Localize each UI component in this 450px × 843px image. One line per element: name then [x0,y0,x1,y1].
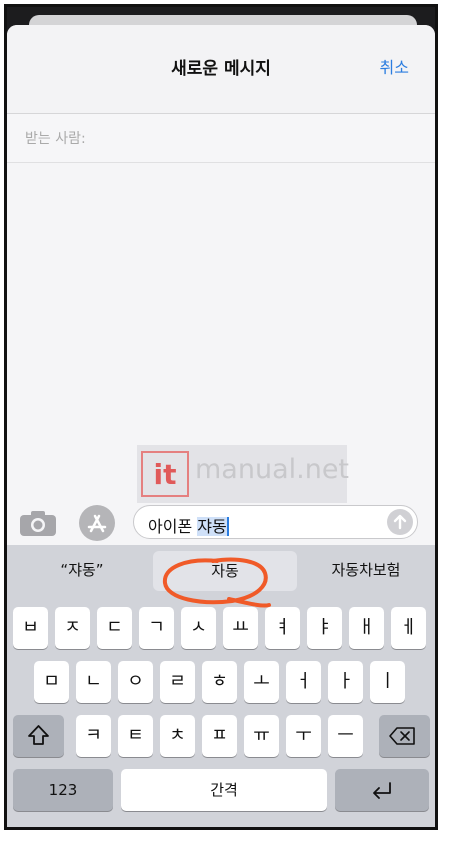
row3-key-7[interactable]: ㅡ [328,715,363,757]
annotation-circle [162,557,271,608]
new-message-sheet: 새로운 메시지 취소 받는 사람: it manual.net 아이폰 쟈동 “… [7,25,435,827]
row2-key-4[interactable]: ㄹ [160,661,195,703]
suggestion-3[interactable]: 자동차보험 [297,545,435,595]
space-key[interactable]: 간격 [121,769,327,811]
row2-key-9[interactable]: ㅣ [370,661,405,703]
shift-key[interactable] [13,715,64,757]
row1-key-10[interactable]: ㅔ [391,607,426,649]
recipient-field[interactable]: 받는 사람: [7,114,435,163]
input-bar: 아이폰 쟈동 [7,501,435,545]
message-text-selected: 쟈동 [197,517,229,536]
row3-key-2[interactable]: ㅌ [118,715,153,757]
row3-key-3[interactable]: ㅊ [160,715,195,757]
app-store-icon[interactable] [79,505,115,541]
row2-key-2[interactable]: ㄴ [76,661,111,703]
numbers-key[interactable]: 123 [13,769,113,811]
delete-key[interactable] [379,715,430,757]
message-input[interactable]: 아이폰 쟈동 [133,505,418,539]
row1-key-2[interactable]: ㅈ [55,607,90,649]
send-button[interactable] [387,509,413,535]
watermark: it manual.net [137,445,350,503]
row2-key-5[interactable]: ㅎ [202,661,237,703]
return-key[interactable] [335,769,429,811]
row3-key-6[interactable]: ㅜ [286,715,321,757]
row1-key-3[interactable]: ㄷ [97,607,132,649]
row1-key-1[interactable]: ㅂ [13,607,48,649]
phone-frame: 새로운 메시지 취소 받는 사람: it manual.net 아이폰 쟈동 “… [4,4,438,830]
watermark-badge: it [141,451,189,497]
row2-key-6[interactable]: ㅗ [244,661,279,703]
suggestion-1[interactable]: “쟈동” [7,545,157,595]
cancel-button[interactable]: 취소 [380,54,409,78]
recipient-label: 받는 사람: [25,131,86,147]
row3-key-5[interactable]: ㅠ [244,715,279,757]
message-text-plain: 아이폰 [148,517,198,536]
row3-key-4[interactable]: ㅍ [202,715,237,757]
row2-key-1[interactable]: ㅁ [34,661,69,703]
row2-key-3[interactable]: ㅇ [118,661,153,703]
message-text: 아이폰 쟈동 [148,513,229,537]
header: 새로운 메시지 취소 [7,25,435,114]
row3-key-1[interactable]: ㅋ [76,715,111,757]
row2-key-7[interactable]: ㅓ [286,661,321,703]
watermark-text: manual.net [195,454,350,485]
page-title: 새로운 메시지 [171,59,271,79]
row2-key-8[interactable]: ㅏ [328,661,363,703]
camera-icon[interactable] [19,509,57,537]
row1-key-9[interactable]: ㅐ [349,607,384,649]
row1-key-8[interactable]: ㅑ [307,607,342,649]
